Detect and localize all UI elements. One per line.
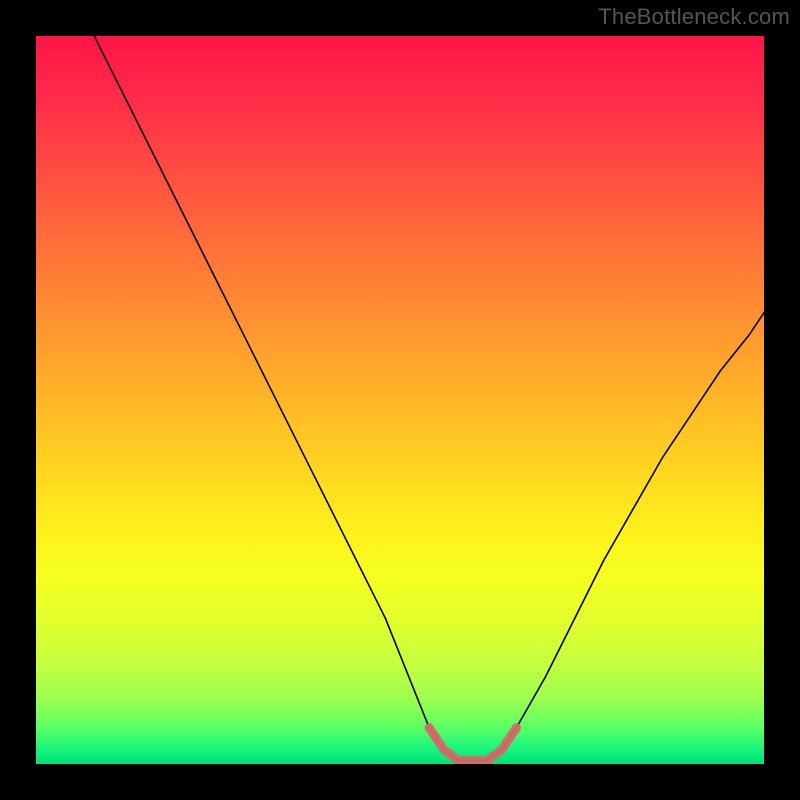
bottleneck-curve bbox=[94, 36, 764, 760]
plot-area bbox=[36, 36, 764, 764]
curve-svg bbox=[36, 36, 764, 764]
chart-frame: TheBottleneck.com bbox=[0, 0, 800, 800]
optimal-range-marker bbox=[429, 728, 516, 761]
watermark-text: TheBottleneck.com bbox=[598, 4, 790, 30]
